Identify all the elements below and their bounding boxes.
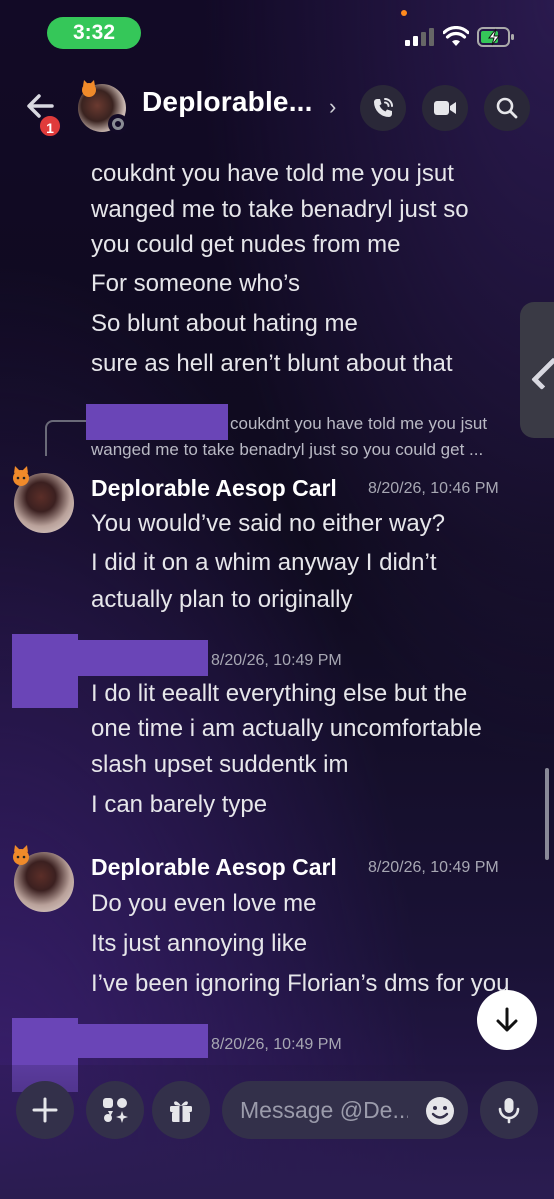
status-bar: 3:32	[0, 0, 554, 64]
emoji-icon[interactable]	[424, 1095, 456, 1127]
cat-decoration-icon	[13, 466, 29, 486]
jump-to-present-button[interactable]	[477, 990, 537, 1050]
video-camera-icon	[434, 101, 456, 115]
apps-icon	[103, 1098, 128, 1123]
message-line: wanged me to take benadryl just so	[91, 196, 469, 223]
message-timestamp: 8/20/26, 10:49 PM	[211, 1036, 342, 1053]
channel-title[interactable]: Deplorable...	[142, 86, 313, 118]
gift-icon	[170, 1101, 192, 1122]
offline-status-icon	[108, 114, 128, 134]
message-line: For someone who’s	[91, 270, 300, 297]
message-author[interactable]: Deplorable Aesop Carl	[91, 854, 337, 881]
message-line: Do you even love me	[91, 890, 317, 917]
redacted-username	[78, 1024, 208, 1058]
member-panel-handle[interactable]	[520, 302, 554, 438]
message-line: You would’ve said no either way?	[91, 510, 446, 537]
reply-preview-text[interactable]: coukdnt you have told me you jsut	[230, 414, 487, 434]
cellular-signal-icon	[405, 28, 435, 46]
message-timestamp: 8/20/26, 10:46 PM	[368, 480, 499, 497]
redacted-username	[78, 640, 208, 676]
message-line: slash upset suddentk im	[91, 751, 349, 778]
message-line: sure as hell aren’t blunt about that	[91, 350, 453, 377]
cat-decoration-icon	[82, 80, 96, 97]
search-button[interactable]	[484, 85, 530, 131]
status-time: 3:32	[47, 17, 141, 49]
message-author[interactable]: Deplorable Aesop Carl	[91, 475, 337, 502]
chevron-right-icon[interactable]: ›	[329, 94, 336, 120]
reply-connector	[45, 420, 87, 456]
video-call-button[interactable]	[422, 85, 468, 131]
message-line: coukdnt you have told me you jsut	[91, 160, 454, 187]
phone-call-icon	[374, 98, 393, 117]
message-timestamp: 8/20/26, 10:49 PM	[368, 859, 499, 876]
message-line: I can barely type	[91, 791, 268, 818]
message-line: So blunt about hating me	[91, 310, 358, 337]
voice-call-button[interactable]	[360, 85, 406, 131]
apps-button[interactable]	[86, 1081, 144, 1139]
redacted-username	[86, 404, 228, 440]
scrollbar[interactable]	[545, 768, 549, 860]
cat-decoration-icon	[13, 845, 29, 865]
plus-icon	[32, 1097, 58, 1123]
microphone-icon	[498, 1098, 520, 1124]
voice-message-button[interactable]	[480, 1081, 538, 1139]
message-line: actually plan to originally	[91, 586, 353, 613]
reply-preview-text[interactable]: wanged me to take benadryl just so you c…	[91, 440, 483, 460]
wifi-icon	[443, 26, 469, 46]
message-line: I’ve been ignoring Florian’s dms for you	[91, 970, 510, 997]
add-attachment-button[interactable]	[16, 1081, 74, 1139]
message-line: I do lit eeallt everything else but the	[91, 680, 468, 707]
message-line: Its just annoying like	[91, 930, 308, 957]
unread-badge: 1	[38, 114, 62, 138]
search-icon	[496, 97, 518, 119]
message-line: you could get nudes from me	[91, 231, 401, 258]
arrow-down-icon	[496, 1007, 518, 1032]
redacted-avatar	[12, 634, 78, 708]
message-line: one time i am actually uncomfortable	[91, 715, 482, 742]
message-timestamp: 8/20/26, 10:49 PM	[211, 652, 342, 669]
battery-charging-icon	[477, 27, 514, 47]
message-line: I did it on a whim anyway I didn’t	[91, 549, 437, 576]
privacy-indicator-dot	[401, 10, 407, 16]
gift-button[interactable]	[152, 1081, 210, 1139]
